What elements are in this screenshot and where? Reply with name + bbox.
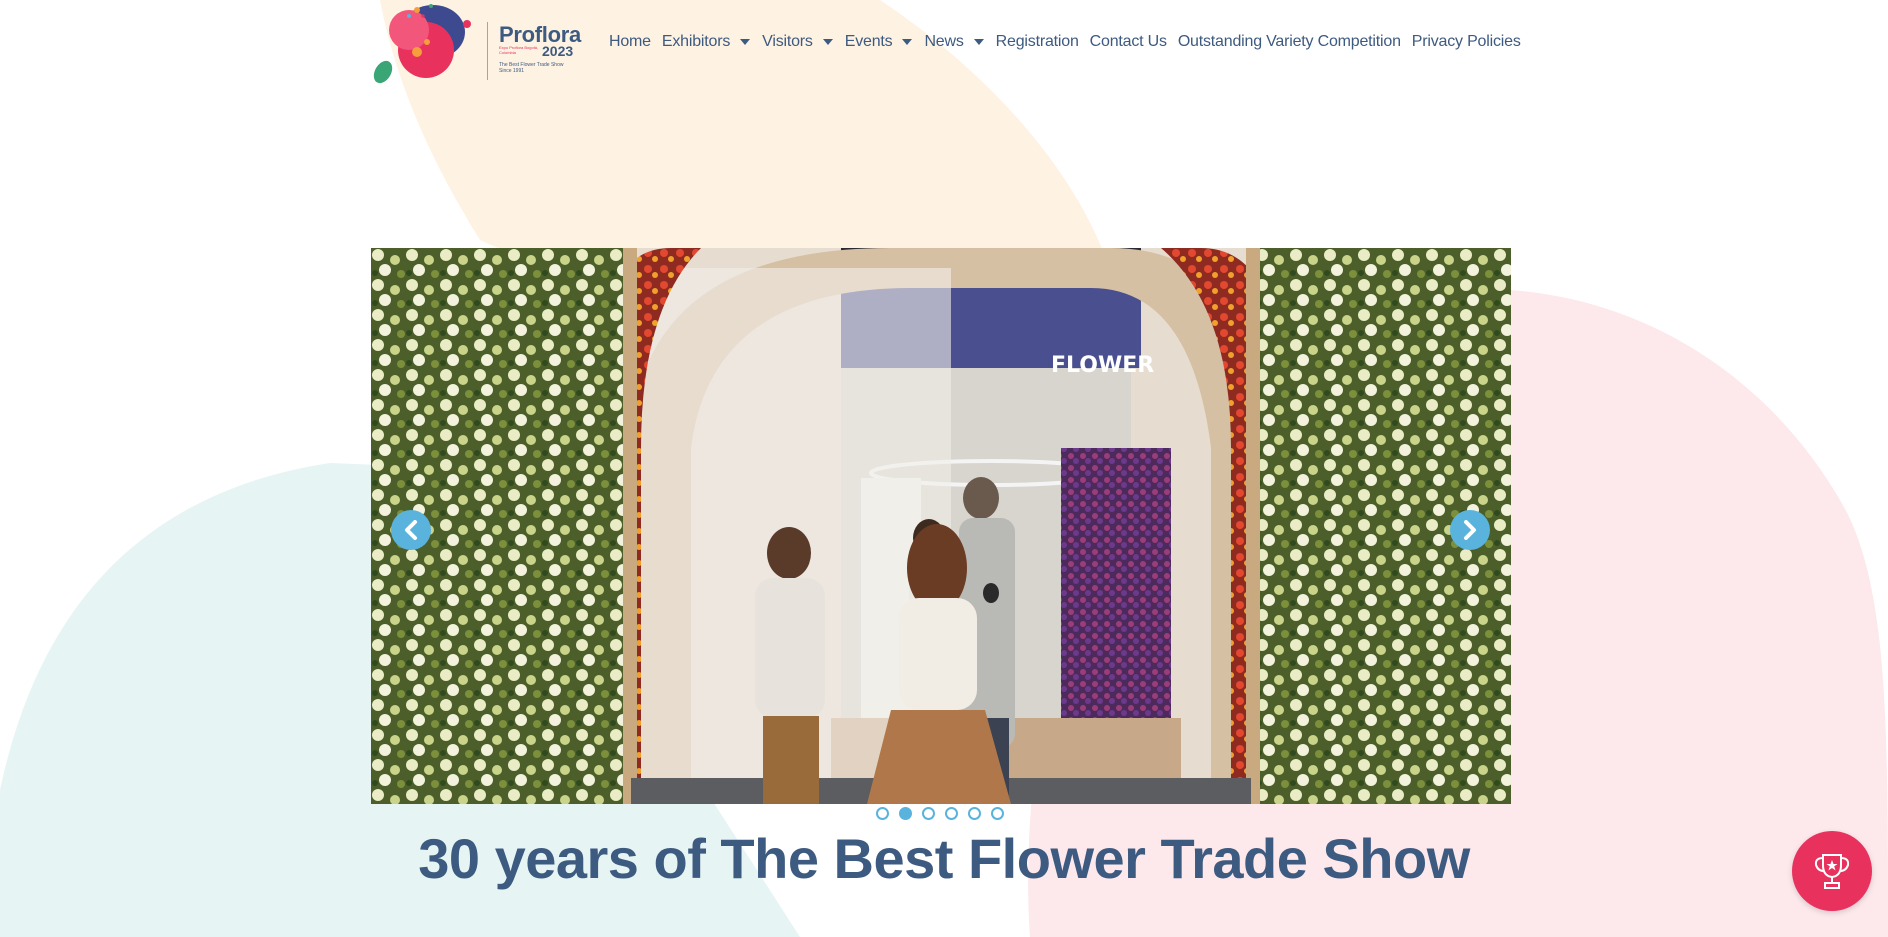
nav-contact-us-label: Contact Us [1089, 33, 1167, 50]
caret-down-icon [740, 39, 751, 45]
nav-exhibitors-label: Exhibitors [661, 33, 731, 50]
nav-home[interactable]: Home [609, 33, 651, 51]
nav-registration-label: Registration [995, 33, 1079, 50]
nav-privacy-policies[interactable]: Privacy Policies [1412, 33, 1521, 51]
caret-down-icon [822, 39, 833, 45]
chevron-left-icon [405, 520, 417, 540]
nav-privacy-policies-label: Privacy Policies [1411, 33, 1521, 50]
brand-logo[interactable]: Proflora Expo Proflora Bogotá, Colombia … [371, 0, 581, 84]
slider-dot-4[interactable] [945, 807, 958, 820]
slider-dot-6[interactable] [991, 807, 1004, 820]
trophy-icon [1814, 854, 1850, 889]
brand-location: Expo Proflora Bogotá, Colombia [499, 45, 539, 55]
slider-dot-2[interactable] [899, 807, 912, 820]
caret-down-icon [973, 39, 984, 45]
nav-contact-us[interactable]: Contact Us [1090, 33, 1167, 51]
brand-tagline: The Best Flower Trade Show Since 1991 [499, 62, 579, 74]
nav-outstanding-variety-competition[interactable]: Outstanding Variety Competition [1178, 33, 1401, 51]
brand-year: 2023 [542, 43, 574, 59]
brand-tagline-line2: Since 1991 [499, 68, 525, 74]
hero-headline: 30 years of The Best Flower Trade Show [418, 827, 1470, 890]
nav-visitors-label: Visitors [762, 33, 813, 50]
competition-floating-button[interactable] [1792, 831, 1872, 911]
nav-home-label: Home [609, 33, 651, 50]
butterfly-logo-icon [373, 4, 471, 84]
nav-news[interactable]: News [924, 33, 984, 51]
slider-dot-1[interactable] [876, 807, 889, 820]
slide-image: FLOWER [371, 248, 1511, 804]
slider-prev-button[interactable] [391, 510, 431, 550]
nav-visitors[interactable]: Visitors [762, 33, 834, 51]
slider-dot-5[interactable] [968, 807, 981, 820]
caret-down-icon [902, 39, 913, 45]
slider-pagination [876, 807, 1014, 820]
nav-registration[interactable]: Registration [996, 33, 1079, 51]
nav-events[interactable]: Events [845, 33, 914, 51]
nav-outstanding-variety-competition-label: Outstanding Variety Competition [1177, 33, 1401, 50]
chevron-right-icon [1464, 520, 1476, 540]
nav-events-label: Events [844, 33, 893, 50]
logo-divider [487, 22, 488, 80]
main-nav: Home Exhibitors Visitors Events News Reg… [609, 0, 1532, 84]
slider-next-button[interactable] [1450, 510, 1490, 550]
hero-slider[interactable]: FLOWER [371, 248, 1511, 804]
nav-news-label: News [924, 33, 964, 50]
site-header: Proflora Expo Proflora Bogotá, Colombia … [371, 0, 1521, 84]
svg-text:FLOWER: FLOWER [1051, 353, 1154, 378]
slider-dot-3[interactable] [922, 807, 935, 820]
nav-exhibitors[interactable]: Exhibitors [662, 33, 751, 51]
